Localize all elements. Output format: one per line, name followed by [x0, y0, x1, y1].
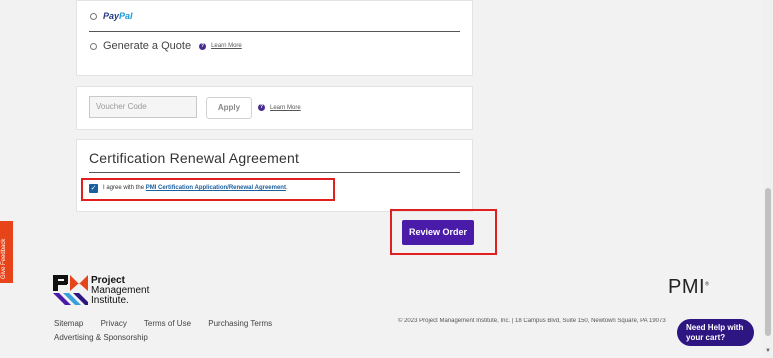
footer-links: Sitemap Privacy Terms of Use Purchasing …	[54, 319, 287, 328]
agreement-highlight: ✓ I agree with the PMI Certification App…	[81, 178, 335, 201]
apply-button[interactable]: Apply	[206, 97, 252, 119]
certification-divider	[89, 172, 460, 173]
voucher-code-input[interactable]: Voucher Code	[89, 96, 197, 118]
privacy-link[interactable]: Privacy	[101, 319, 127, 328]
page-scrollbar[interactable]: ▼	[763, 0, 773, 358]
paypal-option[interactable]: PayPal	[90, 11, 133, 21]
give-feedback-tab[interactable]: Give Feedback	[0, 221, 13, 283]
certification-card: Certification Renewal Agreement ✓ I agre…	[76, 139, 473, 212]
payment-method-card: PayPal Generate a Quote ? Learn More	[76, 0, 473, 76]
agree-checkbox[interactable]: ✓	[89, 184, 98, 193]
paypal-logo: PayPal	[103, 11, 133, 21]
pmi-logo-text: Project Management Institute.	[91, 275, 150, 306]
advertising-link[interactable]: Advertising & Sponsorship	[54, 333, 148, 342]
certification-title: Certification Renewal Agreement	[89, 150, 300, 166]
pmi-wordmark: PMI®	[668, 276, 710, 298]
give-feedback-label: Give Feedback	[1, 238, 7, 279]
need-help-chat-button[interactable]: Need Help with your cart?	[677, 319, 754, 346]
copyright-text: © 2023 Project Management Institute, Inc…	[398, 318, 666, 324]
generate-quote-radio[interactable]	[90, 42, 97, 50]
voucher-learn-more: ? Learn More	[250, 104, 301, 111]
agree-text: I agree with the PMI Certification Appli…	[103, 185, 288, 191]
agreement-link[interactable]: PMI Certification Application/Renewal Ag…	[146, 185, 286, 191]
generate-quote-option[interactable]: Generate a Quote ? Learn More	[90, 40, 242, 52]
scroll-thumb[interactable]	[765, 188, 771, 336]
help-icon[interactable]: ?	[258, 104, 265, 111]
paypal-radio[interactable]	[90, 12, 97, 20]
help-icon[interactable]: ?	[199, 42, 207, 50]
sitemap-link[interactable]: Sitemap	[54, 319, 83, 328]
terms-of-use-link[interactable]: Terms of Use	[144, 319, 191, 328]
voucher-learn-more-link[interactable]: Learn More	[270, 105, 301, 111]
payment-divider	[89, 31, 460, 32]
review-order-button[interactable]: Review Order	[402, 220, 474, 245]
scroll-down-arrow-icon[interactable]: ▼	[765, 348, 771, 354]
review-order-highlight: Review Order	[390, 209, 497, 255]
quote-learn-more-link[interactable]: Learn More	[211, 43, 242, 49]
voucher-card: Voucher Code Apply ? Learn More	[76, 86, 473, 130]
purchasing-terms-link[interactable]: Purchasing Terms	[208, 319, 272, 328]
pmi-logo-icon	[53, 275, 88, 305]
generate-quote-label: Generate a Quote	[103, 40, 192, 52]
